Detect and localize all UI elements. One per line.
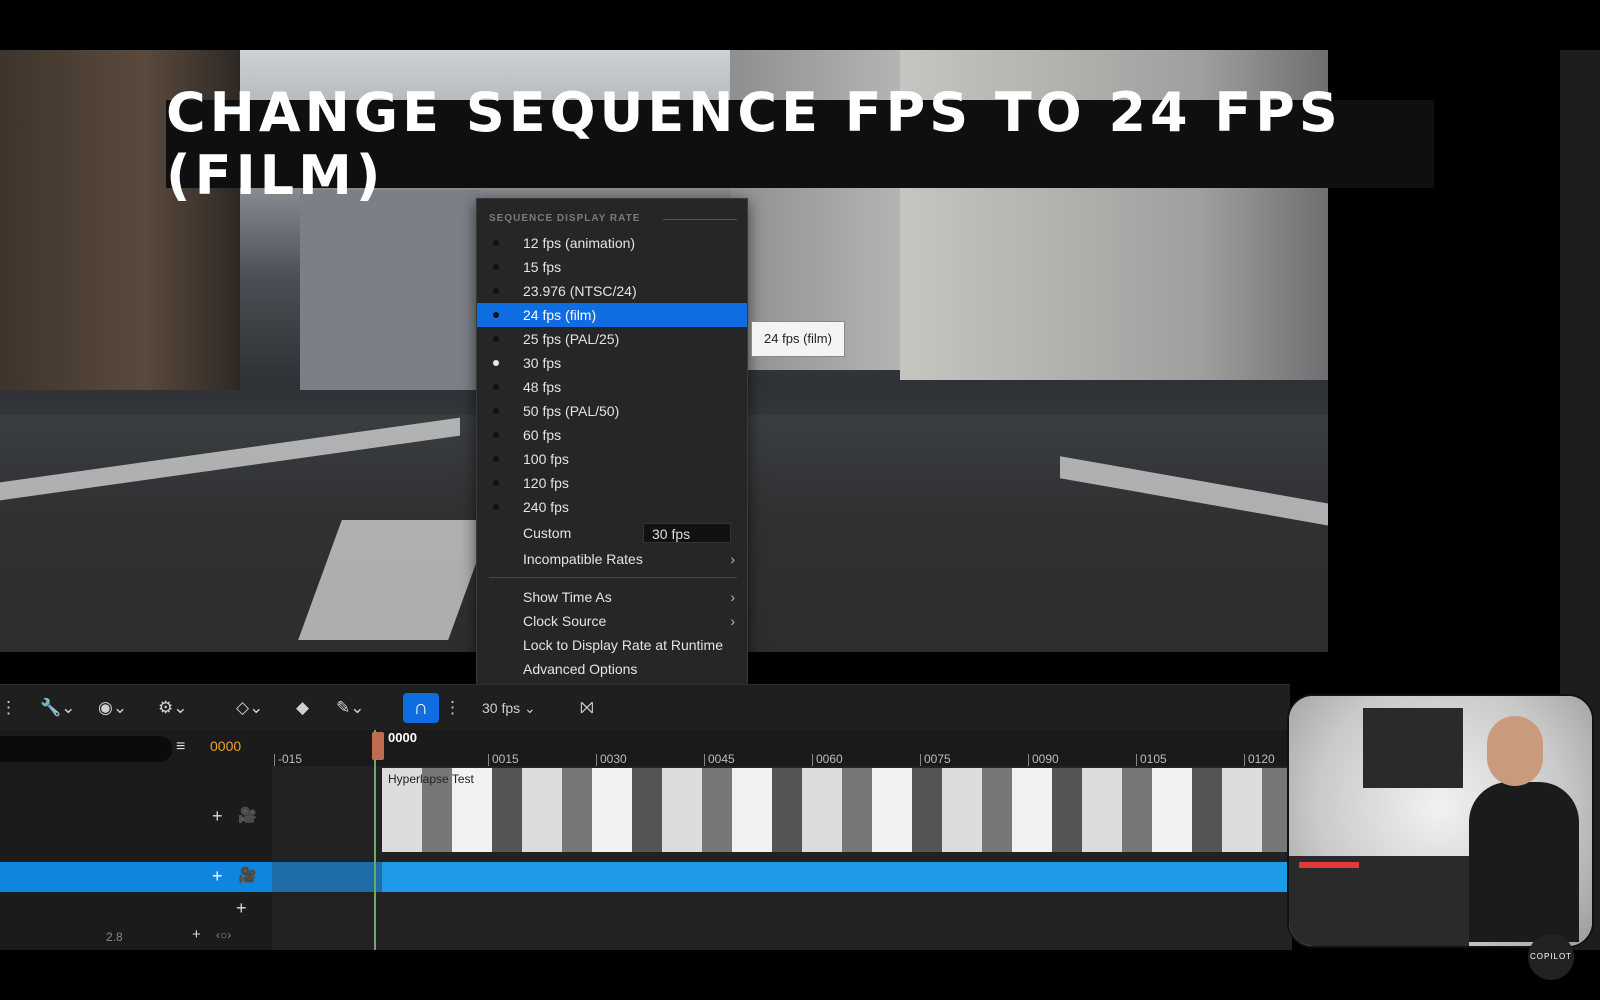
menu-header-divider — [663, 219, 737, 220]
add-icon[interactable]: + — [236, 898, 247, 919]
menu-item-lock-display-rate[interactable]: Lock to Display Rate at Runtime — [477, 633, 747, 657]
radio-dot — [493, 384, 499, 390]
radio-dot — [493, 504, 499, 510]
track-value[interactable]: 2.8 — [106, 930, 123, 944]
radio-dot — [493, 408, 499, 414]
wrench-icon[interactable]: 🔧⌄ — [40, 685, 75, 731]
menu-item-rate[interactable]: 12 fps (animation) — [477, 231, 747, 255]
radio-dot — [493, 264, 499, 270]
menu-item-clock-source[interactable]: Clock Source › — [477, 609, 747, 633]
add-icon[interactable]: + — [212, 806, 223, 827]
fps-dropdown[interactable]: 30 fps ⌄ — [482, 685, 536, 731]
filter-icon[interactable]: ≡ — [176, 738, 185, 756]
selected-track-pre-range — [272, 862, 382, 892]
sequencer-toolbar: ⋮ 🔧⌄ ◉⌄ ⚙⌄ ◇⌄ ◆ ✎⌄ ∩ ⋮ 30 fps ⌄ ⨝ — [0, 684, 1290, 731]
copilot-watermark: COPILOT — [1528, 934, 1574, 980]
playhead-handle[interactable] — [372, 732, 384, 760]
radio-dot — [493, 480, 499, 486]
menu-divider — [489, 577, 737, 578]
sequence-display-rate-menu: SEQUENCE DISPLAY RATE 12 fps (animation)… — [476, 198, 748, 694]
camera-clip[interactable] — [382, 768, 1292, 852]
menu-item-incompatible-rates[interactable]: Incompatible Rates › — [477, 547, 747, 571]
keyframe-icon[interactable]: ◇⌄ — [236, 685, 263, 731]
eye-icon[interactable]: ◉⌄ — [98, 685, 127, 731]
title-banner: CHANGE SEQUENCE FPS TO 24 FPS (FILM) — [166, 81, 1434, 207]
title-text: CHANGE SEQUENCE FPS TO 24 FPS (FILM) — [166, 81, 1342, 207]
ruler-tick: 0105 — [1136, 752, 1167, 766]
menu-item-show-time-as[interactable]: Show Time As › — [477, 585, 747, 609]
menu-item-rate[interactable]: 240 fps — [477, 495, 747, 519]
radio-dot — [493, 336, 499, 342]
chevron-right-icon: › — [730, 589, 735, 605]
menu-item-rate[interactable]: 48 fps — [477, 375, 747, 399]
building-distant — [300, 190, 480, 390]
menu-dots-icon[interactable]: ⋮ — [0, 685, 17, 731]
radio-dot — [493, 312, 499, 318]
playhead-line — [374, 730, 376, 950]
menu-item-rate[interactable]: 25 fps (PAL/25) — [477, 327, 747, 351]
time-ruler[interactable]: -015 0015 0030 0045 0060 0075 0090 0105 … — [272, 730, 1292, 766]
menu-item-rate[interactable]: 23.976 (NTSC/24) — [477, 279, 747, 303]
presenter-face — [1487, 716, 1543, 786]
selected-track-header[interactable] — [0, 862, 272, 892]
menu-item-rate-selected[interactable]: 30 fps — [477, 351, 747, 375]
add-icon[interactable]: + — [212, 866, 223, 887]
outliner-panel — [0, 730, 272, 950]
clip-label: Hyperlapse Test — [388, 772, 474, 786]
chevron-right-icon: › — [730, 613, 735, 629]
custom-label: Custom — [523, 525, 572, 541]
ruler-tick: 0060 — [812, 752, 843, 766]
camera-icon[interactable]: 🎥 — [238, 866, 257, 884]
camera-icon[interactable]: 🎥 — [238, 806, 257, 824]
radio-dot — [493, 288, 499, 294]
gear-icon[interactable]: ⚙⌄ — [158, 685, 187, 731]
menu-item-rate[interactable]: 120 fps — [477, 471, 747, 495]
chevron-right-icon: › — [730, 551, 735, 567]
add-icon[interactable]: + — [192, 926, 201, 943]
ruler-tick: 0030 — [596, 752, 627, 766]
fps-dropdown-label: 30 fps — [482, 700, 521, 716]
ruler-tick: 0075 — [920, 752, 951, 766]
menu-item-advanced-options[interactable]: Advanced Options — [477, 657, 747, 681]
tooltip: 24 fps (film) — [751, 321, 845, 357]
menu-item-rate-highlighted[interactable]: 24 fps (film) — [477, 303, 747, 327]
radio-dot — [493, 240, 499, 246]
snap-options-icon[interactable]: ⋮ — [444, 685, 461, 731]
radio-dot-selected — [493, 360, 499, 366]
menu-item-custom: Custom 30 fps — [477, 521, 747, 545]
snap-magnet-button[interactable]: ∩ — [403, 693, 439, 723]
radio-dot — [493, 432, 499, 438]
custom-fps-input[interactable]: 30 fps — [643, 523, 731, 543]
ruler-tick: 0090 — [1028, 752, 1059, 766]
webcam-overlay — [1287, 694, 1594, 948]
pen-icon[interactable]: ✎⌄ — [336, 685, 365, 731]
key-nav-icon[interactable]: ‹○› — [216, 928, 231, 942]
menu-item-rate[interactable]: 15 fps — [477, 255, 747, 279]
ruler-tick: 0045 — [704, 752, 735, 766]
presenter — [1469, 782, 1579, 942]
curve-editor-icon[interactable]: ⨝ — [580, 685, 594, 731]
ruler-tick: -015 — [273, 752, 303, 766]
frame-counter[interactable]: 0000 — [210, 738, 241, 754]
playhead-frame-label: 0000 — [388, 730, 417, 745]
radio-dot — [493, 456, 499, 462]
red-light — [1299, 862, 1359, 868]
desk — [1289, 856, 1469, 946]
ruler-tick: 0120 — [1244, 752, 1275, 766]
menu-item-rate[interactable]: 60 fps — [477, 423, 747, 447]
wall-panel — [1363, 708, 1463, 788]
menu-header: SEQUENCE DISPLAY RATE — [489, 213, 641, 224]
track-search-input[interactable] — [0, 736, 172, 762]
menu-item-rate[interactable]: 50 fps (PAL/50) — [477, 399, 747, 423]
ruler-tick: 0015 — [488, 752, 519, 766]
key-diamond-icon[interactable]: ◆ — [296, 685, 309, 731]
menu-item-rate[interactable]: 100 fps — [477, 447, 747, 471]
